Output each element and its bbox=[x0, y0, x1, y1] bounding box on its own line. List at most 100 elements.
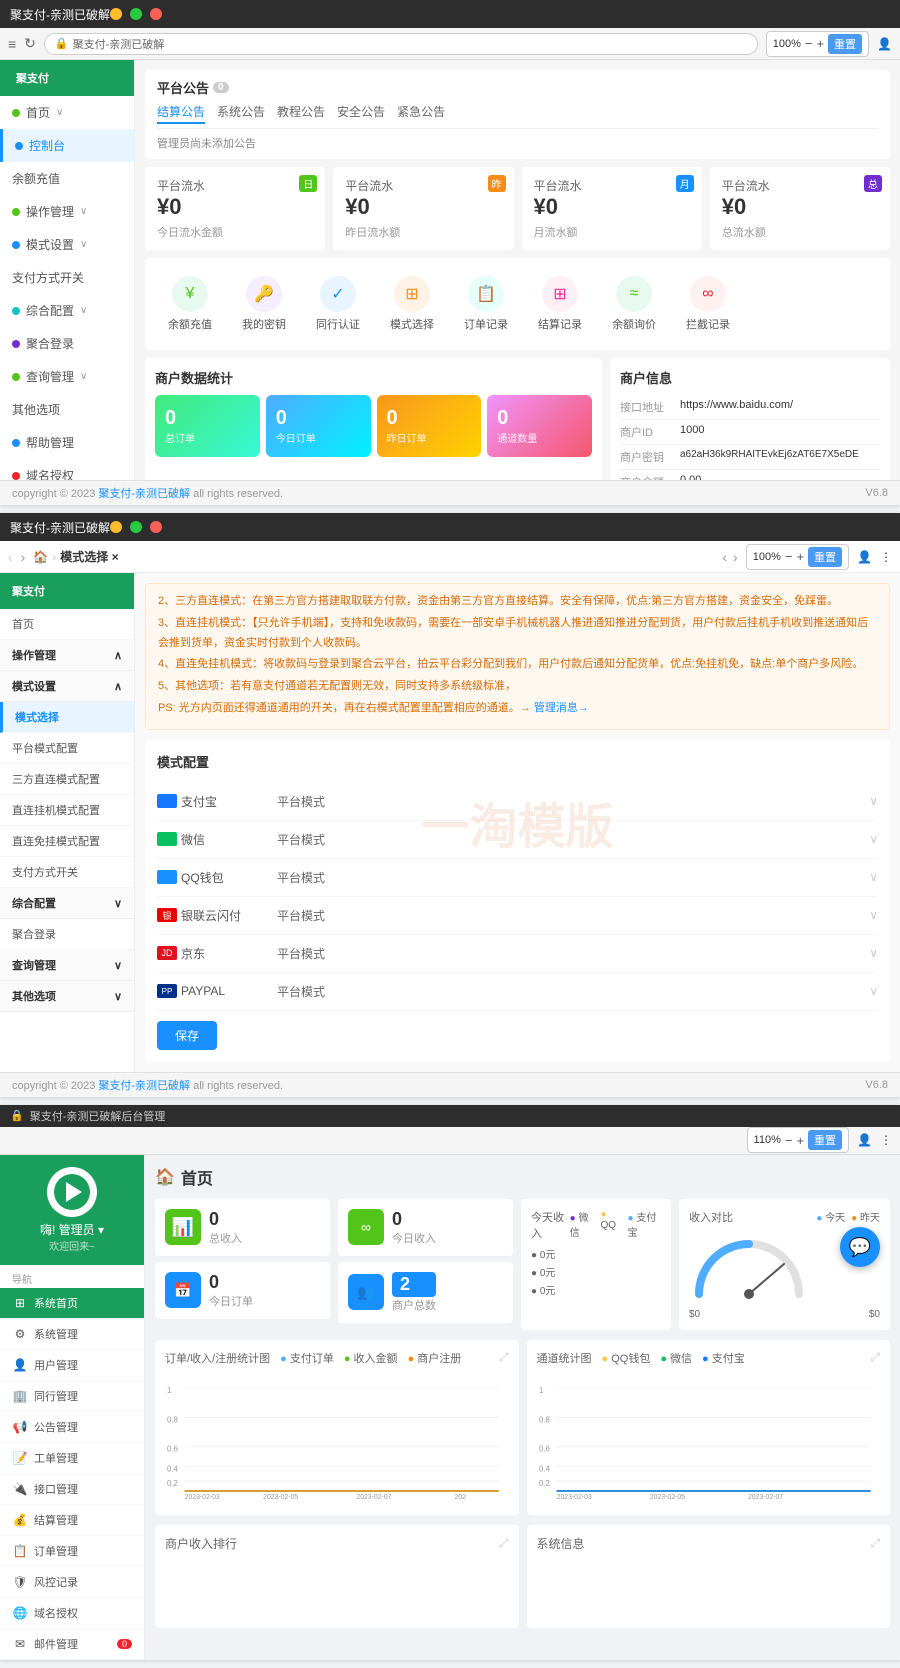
sidebar2-item-nomachine-config[interactable]: 直连免挂模式配置 bbox=[0, 826, 134, 857]
mode-arrow-unionpay[interactable]: ∨ bbox=[869, 908, 878, 922]
footer2-link[interactable]: 聚支付-亲测已破解 bbox=[98, 1080, 190, 1092]
sidebar1-item-help[interactable]: 帮助管理 bbox=[0, 426, 134, 459]
zoom-minus3[interactable]: − bbox=[785, 1134, 793, 1147]
wechat-legend: ● 微信 bbox=[570, 1209, 595, 1241]
sidebar2-item-machine-config[interactable]: 直连挂机模式配置 bbox=[0, 795, 134, 826]
sidebar2-header-general[interactable]: 综合配置 ∨ bbox=[0, 888, 134, 919]
more-icon2[interactable]: ⋮ bbox=[880, 550, 892, 564]
quick-item-balance[interactable]: ≈ 余额询价 bbox=[599, 268, 669, 340]
mode-arrow-alipay[interactable]: ∨ bbox=[869, 794, 878, 808]
section3-toolbar: 110% − + 重置 👤 ⋮ bbox=[0, 1127, 900, 1155]
sidebar3-item-orders3[interactable]: 📋 订单管理 bbox=[0, 1536, 144, 1567]
sidebar2-item-home[interactable]: 首页 bbox=[0, 609, 134, 640]
sidebar1-item-login[interactable]: 聚合登录 bbox=[0, 327, 134, 360]
today-income-value3: 0 bbox=[392, 1209, 436, 1230]
mode-arrow-jd[interactable]: ∨ bbox=[869, 946, 878, 960]
mode-arrow-paypal[interactable]: ∨ bbox=[869, 984, 878, 998]
close-btn2[interactable] bbox=[150, 521, 162, 533]
orders-chart-expand[interactable]: ⤢ bbox=[499, 1350, 509, 1365]
nav-next[interactable]: › bbox=[733, 549, 738, 565]
zoom-plus3[interactable]: + bbox=[796, 1134, 804, 1147]
sidebar3-item-risk[interactable]: 🛡 风控记录 bbox=[0, 1567, 144, 1598]
sidebar1-item-other[interactable]: 其他选项 bbox=[0, 393, 134, 426]
sidebar1-item-mode[interactable]: 模式设置 ∨ bbox=[0, 228, 134, 261]
sidebar3-item-api[interactable]: 🔌 接口管理 bbox=[0, 1474, 144, 1505]
sidebar1-item-home[interactable]: 首页 ∨ bbox=[0, 96, 134, 129]
sidebar3-item-notice[interactable]: 📢 公告管理 bbox=[0, 1412, 144, 1443]
ann-tab-tutorial[interactable]: 教程公告 bbox=[277, 103, 325, 124]
mode-arrow-wechat[interactable]: ∨ bbox=[869, 832, 878, 846]
quick-item-mode[interactable]: ⊞ 模式选择 bbox=[377, 268, 447, 340]
maximize-btn2[interactable] bbox=[130, 521, 142, 533]
forward-arrow[interactable]: › bbox=[21, 549, 26, 565]
ann-tab-emergency[interactable]: 紧急公告 bbox=[397, 103, 445, 124]
reset-btn1[interactable]: 重置 bbox=[828, 34, 862, 54]
notice-link[interactable]: 管理消息→ bbox=[534, 702, 589, 714]
quick-item-key[interactable]: 🔑 我的密钥 bbox=[229, 268, 299, 340]
sidebar2-item-third-config[interactable]: 三方直连模式配置 bbox=[0, 764, 134, 795]
sidebar1-item-config[interactable]: 综合配置 ∨ bbox=[0, 294, 134, 327]
today-income-items: ● 0元 ● 0元 ● 0元 bbox=[531, 1247, 661, 1301]
ann-tab-system[interactable]: 系统公告 bbox=[217, 103, 265, 124]
mode-arrow-qq[interactable]: ∨ bbox=[869, 870, 878, 884]
back-arrow[interactable]: ‹ bbox=[8, 549, 13, 565]
reset-btn3[interactable]: 重置 bbox=[808, 1130, 842, 1150]
zoom-minus1[interactable]: − bbox=[805, 37, 813, 50]
sidebar1-item-query[interactable]: 查询管理 ∨ bbox=[0, 360, 134, 393]
footer1-link[interactable]: 聚支付-亲测已破解 bbox=[98, 488, 190, 500]
sidebar2-header-other[interactable]: 其他选项 ∨ bbox=[0, 981, 134, 1012]
sidebar1-item-dashboard[interactable]: 控制台 bbox=[0, 129, 134, 162]
maximize-btn[interactable] bbox=[130, 8, 142, 20]
ann-tab-settlement[interactable]: 结算公告 bbox=[157, 103, 205, 124]
sidebar3-item-settlement3[interactable]: 💰 结算管理 bbox=[0, 1505, 144, 1536]
sidebar1-item-recharge[interactable]: 余额充值 bbox=[0, 162, 134, 195]
system-info-expand[interactable]: ⤢ bbox=[870, 1536, 880, 1551]
channel-chart-expand[interactable]: ⤢ bbox=[870, 1350, 880, 1365]
sidebar2-header-general-arrow: ∨ bbox=[114, 897, 122, 910]
quick-item-orders[interactable]: 📋 订单记录 bbox=[451, 268, 521, 340]
sidebar3-item-home[interactable]: ⊞ 系统首页 bbox=[0, 1288, 144, 1319]
sidebar3-item-email[interactable]: ✉ 邮件管理 0 bbox=[0, 1629, 144, 1660]
sidebar2-item-platform-config[interactable]: 平台模式配置 bbox=[0, 733, 134, 764]
quick-item-recharge[interactable]: ¥ 余额充值 bbox=[155, 268, 225, 340]
breadcrumb-home[interactable]: 🏠 bbox=[33, 550, 48, 564]
merchant-rank-expand[interactable]: ⤢ bbox=[499, 1536, 509, 1551]
sidebar3-item-users[interactable]: 👤 用户管理 bbox=[0, 1350, 144, 1381]
quick-item-verify[interactable]: ✓ 同行认证 bbox=[303, 268, 373, 340]
breadcrumb2: 🏠 › 模式选择 × bbox=[33, 548, 714, 565]
domain-icon3: 🌐 bbox=[12, 1606, 28, 1620]
refresh-icon[interactable]: ↻ bbox=[24, 35, 36, 52]
minimize-btn[interactable] bbox=[110, 8, 122, 20]
sidebar2-header-query[interactable]: 查询管理 ∨ bbox=[0, 950, 134, 981]
sidebar1-item-domain[interactable]: 域名授权 bbox=[0, 459, 134, 480]
sidebar2-header-ops[interactable]: 操作管理 ∧ bbox=[0, 640, 134, 671]
zoom-plus2[interactable]: + bbox=[796, 550, 804, 563]
close-btn[interactable] bbox=[150, 8, 162, 20]
sidebar2-item-aggregation[interactable]: 聚合登录 bbox=[0, 919, 134, 950]
zoom-plus1[interactable]: + bbox=[816, 37, 824, 50]
qq-icon bbox=[157, 870, 177, 884]
quick-item-intercept[interactable]: ∞ 拦截记录 bbox=[673, 268, 743, 340]
minimize-btn2[interactable] bbox=[110, 521, 122, 533]
chat-bubble[interactable]: 💬 bbox=[840, 1227, 880, 1267]
dot-icon bbox=[12, 472, 20, 480]
sidebar2-item-mode-select[interactable]: 模式选择 bbox=[0, 702, 134, 733]
today-order-label: 今日订单 bbox=[276, 430, 316, 445]
ann-tab-security[interactable]: 安全公告 bbox=[337, 103, 385, 124]
sidebar2-item-payment-switch[interactable]: 支付方式开关 bbox=[0, 857, 134, 888]
reset-btn2[interactable]: 重置 bbox=[808, 547, 842, 567]
sidebar1-item-ops[interactable]: 操作管理 ∨ bbox=[0, 195, 134, 228]
sidebar2-header-mode[interactable]: 模式设置 ∧ bbox=[0, 671, 134, 702]
nav-prev[interactable]: ‹ bbox=[722, 549, 727, 565]
more-icon3[interactable]: ⋮ bbox=[880, 1133, 892, 1147]
sidebar1-item-payment[interactable]: 支付方式开关 bbox=[0, 261, 134, 294]
sidebar1-item-mode-label: 模式设置 bbox=[26, 236, 74, 253]
zoom-minus2[interactable]: − bbox=[785, 550, 793, 563]
save-mode-btn[interactable]: 保存 bbox=[157, 1021, 217, 1050]
sidebar3-item-peers[interactable]: 🏢 同行管理 bbox=[0, 1381, 144, 1412]
quick-item-settlement[interactable]: ⊞ 结算记录 bbox=[525, 268, 595, 340]
menu-icon[interactable]: ≡ bbox=[8, 36, 16, 52]
sidebar3-item-ticket[interactable]: 📝 工单管理 bbox=[0, 1443, 144, 1474]
sidebar3-item-domain3[interactable]: 🌐 域名授权 bbox=[0, 1598, 144, 1629]
sidebar3-item-sysmanage[interactable]: ⚙ 系统管理 bbox=[0, 1319, 144, 1350]
